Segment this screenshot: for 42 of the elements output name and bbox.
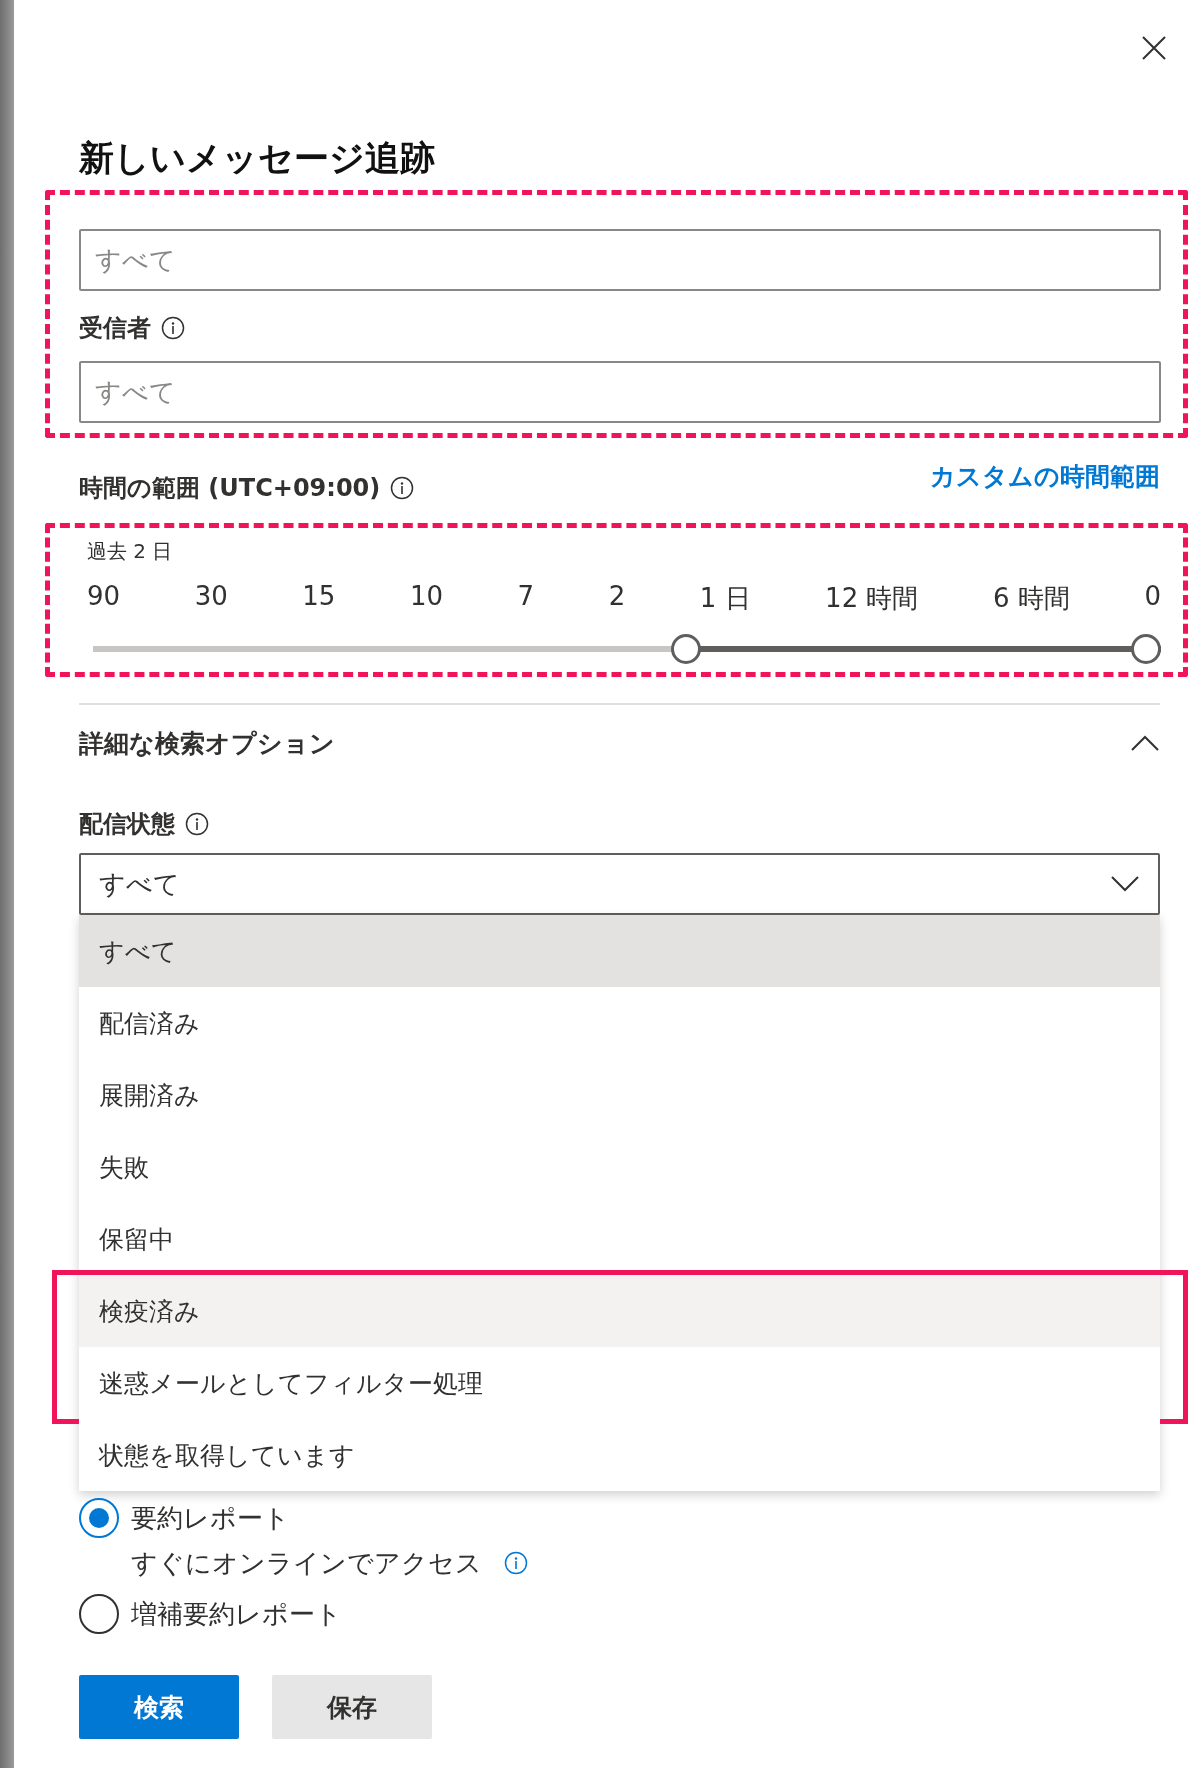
radio-label: 増補要約レポート — [131, 1597, 342, 1631]
slider-thumb[interactable] — [1131, 634, 1161, 664]
tick-label: 6 時間 — [993, 582, 1070, 615]
dropdown-option[interactable]: 失敗 — [79, 1131, 1160, 1203]
chevron-up-icon — [1130, 734, 1160, 752]
tick-label: 0 — [1144, 581, 1161, 613]
field-label: 時間の範囲 (UTC+09:00) — [79, 473, 381, 504]
tick-label: 1 日 — [699, 582, 751, 615]
radio-button[interactable] — [79, 1498, 119, 1538]
input-field[interactable]: すべて — [79, 361, 1161, 423]
section-title: 詳細な検索オプション — [79, 727, 335, 760]
tick-label: 12 時間 — [825, 582, 919, 615]
dropdown-option[interactable]: 検疫済み — [79, 1275, 1160, 1347]
radio-label: 要約レポート — [131, 1501, 290, 1535]
save-button[interactable]: 保存 — [272, 1675, 432, 1739]
field-label: 配信状態 — [79, 809, 175, 840]
dropdown-option[interactable]: 展開済み — [79, 1059, 1160, 1131]
status-dropdown[interactable]: すべて — [79, 853, 1160, 915]
option-note: すぐにオンラインでアクセス — [131, 1546, 482, 1580]
tick-label: 15 — [302, 581, 336, 613]
section-header[interactable]: 詳細な検索オプション — [79, 723, 1160, 763]
info-icon[interactable] — [390, 476, 415, 500]
slider-thumb[interactable] — [670, 634, 701, 664]
chevron-down-icon — [1110, 875, 1140, 893]
custom-range-link[interactable]: カスタムの時間範囲 — [930, 460, 1160, 493]
input-field[interactable]: すべて — [79, 229, 1161, 291]
panel-title: 新しいメッセージ追跡 — [79, 137, 436, 180]
tick-label: 30 — [194, 581, 228, 613]
info-icon[interactable] — [185, 812, 209, 836]
dropdown-option[interactable]: 状態を取得しています — [79, 1419, 1160, 1491]
tick-label: 10 — [409, 581, 443, 613]
dropdown-option[interactable]: 配信済み — [79, 987, 1160, 1059]
tick-label: 2 — [608, 581, 626, 613]
radio-button[interactable] — [79, 1594, 119, 1634]
tick-label: 7 — [517, 581, 535, 613]
field-label: 受信者 — [79, 313, 151, 344]
tick-label: 90 — [87, 581, 121, 613]
info-icon[interactable] — [161, 316, 185, 340]
slider-reading: 過去 2 日 — [87, 538, 174, 565]
search-button[interactable]: 検索 — [79, 1675, 239, 1739]
dropdown-option[interactable]: 迷惑メールとしてフィルター処理 — [79, 1347, 1160, 1419]
dropdown-option[interactable]: すべて — [79, 915, 1160, 987]
